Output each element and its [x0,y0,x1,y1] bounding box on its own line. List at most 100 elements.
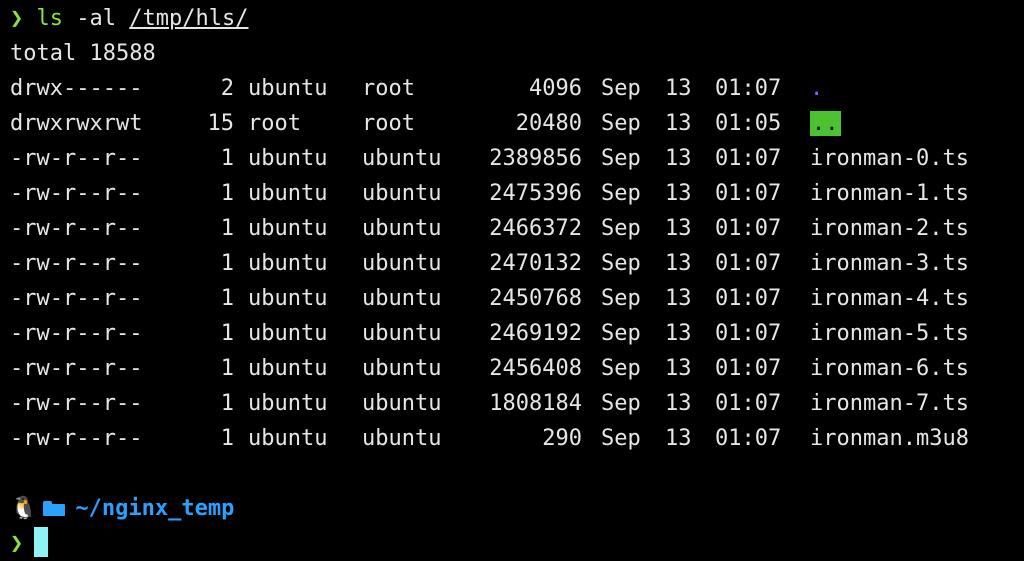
perm-cell: drwx------ [10,76,143,101]
listing-row: drwxrwxrwt 15 root root 20480 Sep 13 01:05.. [10,106,1024,141]
size-cell: 2466372 [489,216,582,241]
group-cell: ubuntu [362,216,442,241]
penguin-icon: 🐧 [10,496,38,521]
links-cell: 2 [220,76,234,101]
month-cell: Sep [601,146,641,171]
owner-cell: ubuntu [248,391,328,416]
filename-cell: ironman-5.ts [810,321,969,346]
filename-cell: ironman-1.ts [810,181,969,206]
owner-cell: ubuntu [248,216,328,241]
listing-row: -rw-r--r-- 1 ubuntu ubuntu 2469192 Sep 13 01:07… [10,316,1024,351]
month-cell: Sep [601,356,641,381]
owner-cell: ubuntu [248,76,328,101]
size-cell: 4096 [529,76,582,101]
time-cell: 01:07 [715,356,782,381]
ps1-path: ~/nginx_temp [75,496,235,521]
month-cell: Sep [601,251,641,276]
filename-cell: ironman-7.ts [810,391,969,416]
time-cell: 01:07 [715,146,782,171]
listing-row: drwx------ 2 ubuntu root 4096 Sep 13 01:07. [10,71,1024,106]
filename-cell: ironman-4.ts [810,286,969,311]
links-cell: 1 [220,216,234,241]
group-cell: ubuntu [362,251,442,276]
owner-cell: ubuntu [248,321,328,346]
time-cell: 01:07 [715,426,782,451]
prompt-symbol: ❯ [10,531,24,556]
day-cell: 13 [665,426,692,451]
time-cell: 01:07 [715,181,782,206]
links-cell: 1 [220,391,234,416]
day-cell: 13 [665,76,692,101]
owner-cell: ubuntu [248,251,328,276]
day-cell: 13 [665,251,692,276]
month-cell: Sep [601,111,641,136]
perm-cell: -rw-r--r-- [10,216,143,241]
size-cell: 290 [542,426,582,451]
listing-row: -rw-r--r-- 1 ubuntu ubuntu 2450768 Sep 13 01:07… [10,281,1024,316]
size-cell: 2470132 [489,251,582,276]
links-cell: 1 [220,286,234,311]
size-cell: 20480 [515,111,582,136]
ps1-line: 🐧 ~/nginx_temp [10,491,1024,526]
listing-row: -rw-r--r-- 1 ubuntu ubuntu 2456408 Sep 13 01:07… [10,351,1024,386]
time-cell: 01:07 [715,286,782,311]
listing-row: -rw-r--r-- 1 ubuntu ubuntu 290 Sep 13 01:07 iron… [10,421,1024,456]
links-cell: 1 [220,321,234,346]
prompt-symbol: ❯ [10,6,24,31]
month-cell: Sep [601,216,641,241]
filename-cell: ironman-0.ts [810,146,969,171]
day-cell: 13 [665,356,692,381]
time-cell: 01:07 [715,216,782,241]
day-cell: 13 [665,391,692,416]
perm-cell: -rw-r--r-- [10,356,143,381]
month-cell: Sep [601,76,641,101]
month-cell: Sep [601,391,641,416]
command-flags: -al [76,6,116,31]
perm-cell: -rw-r--r-- [10,391,143,416]
listing-rows: drwx------ 2 ubuntu root 4096 Sep 13 01:07. drwx… [10,71,1024,456]
month-cell: Sep [601,426,641,451]
day-cell: 13 [665,286,692,311]
input-line[interactable]: ❯ [10,526,1024,561]
filename-cell: . [810,76,824,101]
size-cell: 2475396 [489,181,582,206]
perm-cell: drwxrwxrwt [10,111,143,136]
size-cell: 2469192 [489,321,582,346]
perm-cell: -rw-r--r-- [10,286,143,311]
links-cell: 1 [220,356,234,381]
time-cell: 01:07 [715,321,782,346]
time-cell: 01:05 [715,111,782,136]
filename-cell: ironman-6.ts [810,356,969,381]
time-cell: 01:07 [715,251,782,276]
listing-row: -rw-r--r-- 1 ubuntu ubuntu 2466372 Sep 13 01:07… [10,211,1024,246]
group-cell: ubuntu [362,356,442,381]
group-cell: ubuntu [362,426,442,451]
group-cell: ubuntu [362,391,442,416]
links-cell: 1 [220,251,234,276]
time-cell: 01:07 [715,391,782,416]
day-cell: 13 [665,216,692,241]
filename-cell: ironman-3.ts [810,251,969,276]
listing-row: -rw-r--r-- 1 ubuntu ubuntu 2470132 Sep 13 01:07… [10,246,1024,281]
month-cell: Sep [601,286,641,311]
day-cell: 13 [665,321,692,346]
links-cell: 1 [220,426,234,451]
month-cell: Sep [601,181,641,206]
folder-open-icon [43,501,66,516]
day-cell: 13 [665,146,692,171]
owner-cell: ubuntu [248,146,328,171]
size-cell: 2450768 [489,286,582,311]
day-cell: 13 [665,181,692,206]
perm-cell: -rw-r--r-- [10,251,143,276]
perm-cell: -rw-r--r-- [10,426,143,451]
terminal-window[interactable]: ❯ ls -al /tmp/hls/ total 18588 drwx-----… [0,0,1024,557]
listing-row: -rw-r--r-- 1 ubuntu ubuntu 2475396 Sep 13 01:07… [10,176,1024,211]
filename-cell: ironman.m3u8 [810,426,969,451]
day-cell: 13 [665,111,692,136]
owner-cell: ubuntu [248,286,328,311]
month-cell: Sep [601,321,641,346]
owner-cell: root [248,111,301,136]
perm-cell: -rw-r--r-- [10,146,143,171]
perm-cell: -rw-r--r-- [10,321,143,346]
